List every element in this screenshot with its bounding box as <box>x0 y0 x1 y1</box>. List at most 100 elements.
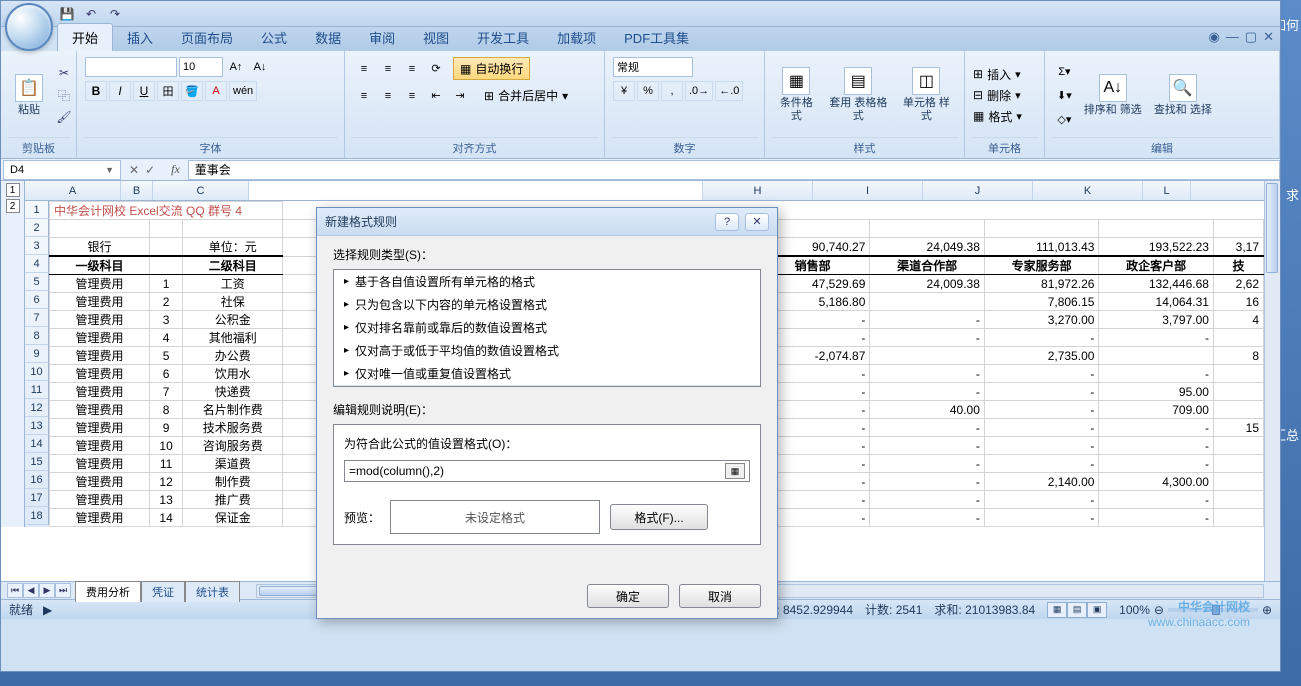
formula-input[interactable]: 董事会 <box>188 160 1280 180</box>
row-header[interactable]: 17 <box>25 489 49 507</box>
col-header[interactable]: I <box>813 181 923 200</box>
cell[interactable] <box>1213 383 1263 401</box>
cell[interactable]: 709.00 <box>1099 401 1214 419</box>
cell[interactable]: 管理费用 <box>50 293 150 311</box>
cell[interactable]: 1 <box>149 275 182 293</box>
cell[interactable]: 14,064.31 <box>1099 293 1214 311</box>
col-header[interactable]: J <box>923 181 1033 200</box>
col-header[interactable]: L <box>1143 181 1191 200</box>
cell[interactable]: 制作费 <box>183 473 283 491</box>
cell[interactable]: 管理费用 <box>50 455 150 473</box>
zoom-level[interactable]: 100% <box>1119 603 1150 617</box>
row-header[interactable]: 15 <box>25 453 49 471</box>
cell[interactable]: - <box>984 491 1099 509</box>
align-mid-icon[interactable]: ≡ <box>377 59 399 79</box>
fx-icon[interactable]: fx <box>163 162 188 177</box>
cell[interactable] <box>1099 347 1214 365</box>
cell[interactable]: 9 <box>149 419 182 437</box>
cell[interactable]: 3,797.00 <box>1099 311 1214 329</box>
cell[interactable]: - <box>1099 419 1214 437</box>
cell[interactable]: - <box>1099 455 1214 473</box>
cell[interactable] <box>149 256 182 275</box>
cell[interactable]: 管理费用 <box>50 365 150 383</box>
cell[interactable]: 4,300.00 <box>1099 473 1214 491</box>
vertical-scrollbar[interactable] <box>1264 181 1280 581</box>
tab-审阅[interactable]: 审阅 <box>355 24 409 51</box>
enter-fx-icon[interactable]: ✓ <box>145 163 155 177</box>
cancel-button[interactable]: 取消 <box>679 584 761 608</box>
col-header[interactable]: H <box>703 181 813 200</box>
find-select-button[interactable]: 🔍查找和 选择 <box>1150 72 1216 119</box>
table-format-button[interactable]: ▤套用 表格格式 <box>824 65 893 125</box>
cell[interactable]: - <box>870 473 985 491</box>
cell[interactable]: 7,806.15 <box>984 293 1099 311</box>
cell[interactable]: 管理费用 <box>50 275 150 293</box>
cell[interactable]: 饮用水 <box>183 365 283 383</box>
cell[interactable]: 3,270.00 <box>984 311 1099 329</box>
cell[interactable]: - <box>870 491 985 509</box>
cell[interactable]: 社保 <box>183 293 283 311</box>
save-icon[interactable]: 💾 <box>57 4 77 24</box>
tab-nav-next[interactable]: ▶ <box>39 583 55 598</box>
cell[interactable]: - <box>984 401 1099 419</box>
row-header[interactable]: 3 <box>25 237 49 255</box>
cell[interactable]: 管理费用 <box>50 383 150 401</box>
cell[interactable]: - <box>1099 365 1214 383</box>
cell[interactable]: - <box>984 419 1099 437</box>
cell[interactable] <box>1213 329 1263 347</box>
cell[interactable]: 一级科目 <box>50 256 150 275</box>
row-header[interactable]: 6 <box>25 291 49 309</box>
cell[interactable]: 管理费用 <box>50 491 150 509</box>
row-header[interactable]: 14 <box>25 435 49 453</box>
zoom-in-icon[interactable]: ⊕ <box>1262 603 1272 617</box>
clear-icon[interactable]: ◇▾ <box>1053 109 1076 129</box>
cell[interactable]: 13 <box>149 491 182 509</box>
cell[interactable]: 单位：元 <box>183 238 283 257</box>
cell[interactable]: 5 <box>149 347 182 365</box>
cell[interactable]: 工资 <box>183 275 283 293</box>
cell[interactable]: 95.00 <box>1099 383 1214 401</box>
cell[interactable]: 公积金 <box>183 311 283 329</box>
cell[interactable] <box>1213 220 1263 238</box>
bold-button[interactable]: B <box>85 81 107 101</box>
cell-style-button[interactable]: ◫单元格 样式 <box>897 65 956 125</box>
fill-icon[interactable]: ⬇▾ <box>1053 85 1076 105</box>
dialog-titlebar[interactable]: 新建格式规则 ? ✕ <box>317 208 777 236</box>
cell[interactable]: - <box>1099 509 1214 527</box>
border-button[interactable]: 田 <box>157 81 179 101</box>
italic-button[interactable]: I <box>109 81 131 101</box>
name-box[interactable]: D4▼ <box>3 160 121 180</box>
delete-button[interactable]: ⊟删除▾ <box>973 87 1022 104</box>
cell[interactable] <box>183 220 283 238</box>
cell[interactable]: 16 <box>1213 293 1263 311</box>
cell[interactable]: 推广费 <box>183 491 283 509</box>
row-header[interactable]: 10 <box>25 363 49 381</box>
rule-type-item[interactable]: 基于各自值设置所有单元格的格式 <box>334 270 760 293</box>
cell[interactable]: 4 <box>1213 311 1263 329</box>
indent-dec-icon[interactable]: ⇤ <box>425 86 447 106</box>
tab-页面布局[interactable]: 页面布局 <box>167 24 247 51</box>
tab-加载项[interactable]: 加载项 <box>543 24 610 51</box>
cell[interactable]: 二级科目 <box>183 256 283 275</box>
format-painter-icon[interactable]: 🖌 <box>53 107 75 127</box>
format-button[interactable]: ▦格式▾ <box>973 108 1022 125</box>
restore-icon[interactable]: ▢ <box>1245 29 1257 45</box>
cancel-fx-icon[interactable]: ✕ <box>129 163 139 177</box>
decrease-font-icon[interactable]: A↓ <box>249 57 271 77</box>
cell[interactable]: 132,446.68 <box>1099 275 1214 293</box>
cell[interactable]: - <box>984 365 1099 383</box>
tab-nav-first[interactable]: ⏮ <box>7 583 23 598</box>
cell[interactable]: 2,735.00 <box>984 347 1099 365</box>
row-header[interactable]: 4 <box>25 255 49 273</box>
merge-center-button[interactable]: ⊞合并后居中▾ <box>477 84 575 107</box>
view-break-icon[interactable]: ▣ <box>1087 602 1107 618</box>
tab-开始[interactable]: 开始 <box>57 23 113 51</box>
cell[interactable] <box>50 220 150 238</box>
cell[interactable] <box>1099 220 1214 238</box>
cell[interactable]: - <box>870 365 985 383</box>
col-header[interactable]: B <box>121 181 153 200</box>
number-format-select[interactable] <box>613 57 693 77</box>
rule-type-item[interactable]: 只为包含以下内容的单元格设置格式 <box>334 293 760 316</box>
cell[interactable] <box>1213 491 1263 509</box>
increase-font-icon[interactable]: A↑ <box>225 57 247 77</box>
